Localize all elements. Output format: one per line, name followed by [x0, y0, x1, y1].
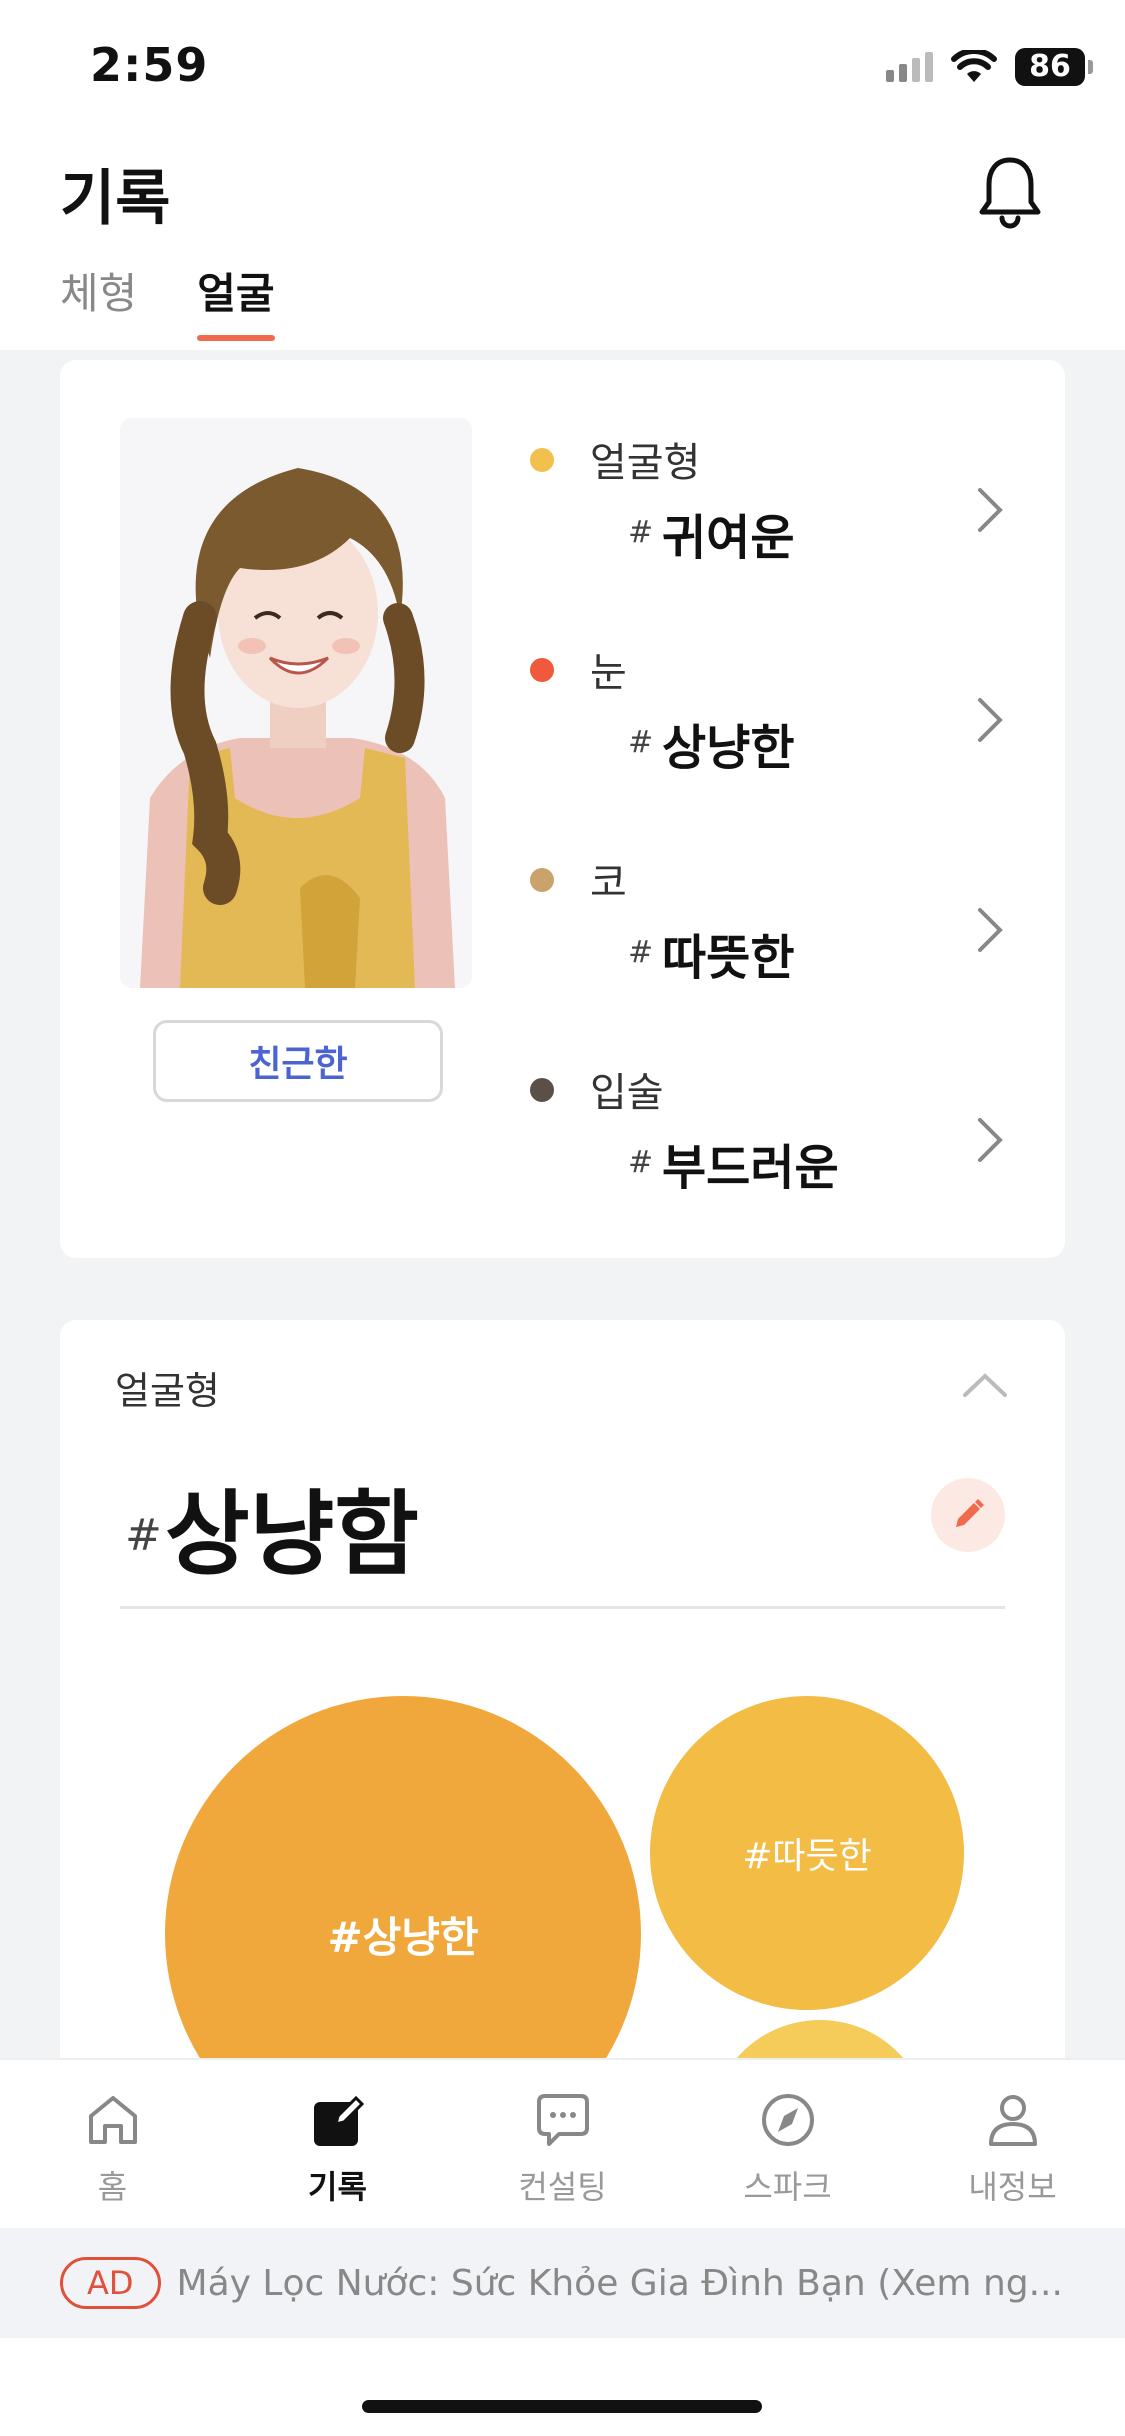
status-icons: 86 — [886, 48, 1093, 86]
hash-symbol: # — [628, 725, 654, 760]
nav-label: 스파크 — [743, 2168, 832, 2206]
lips-dot — [530, 1078, 554, 1102]
ad-banner[interactable]: AD Máy Lọc Nước: Sức Khỏe Gia Đình Bạn (… — [0, 2228, 1125, 2338]
notification-bell-icon[interactable] — [975, 152, 1045, 232]
chevron-right-icon — [978, 1118, 1003, 1162]
ad-badge: AD — [60, 2257, 161, 2309]
nav-spark[interactable]: 스파크 — [675, 2060, 900, 2228]
feature-value: 부드러운 — [662, 1140, 839, 1196]
chevron-right-icon — [978, 908, 1003, 952]
edit-button[interactable] — [931, 1478, 1005, 1552]
nav-label: 홈 — [97, 2168, 128, 2206]
feature-nose[interactable]: 코 # 따뜻한 — [530, 850, 1030, 1030]
eyes-dot — [530, 658, 554, 682]
page-title: 기록 — [60, 164, 171, 234]
feature-value: 상냥한 — [662, 720, 795, 776]
feature-lips[interactable]: 입술 # 부드러운 — [530, 1060, 1030, 1240]
feature-label: 눈 — [590, 650, 627, 696]
home-icon — [88, 2096, 137, 2144]
feature-face-shape[interactable]: 얼굴형 # 귀여운 — [530, 430, 1030, 610]
battery-indicator: 86 — [1015, 48, 1093, 86]
feature-label: 코 — [590, 860, 627, 906]
wifi-icon — [951, 50, 997, 82]
nav-home[interactable]: 홈 — [0, 2060, 225, 2228]
face-shape-dot — [530, 448, 554, 472]
chevron-right-icon — [978, 488, 1003, 532]
nose-dot — [530, 868, 554, 892]
chevron-up-icon[interactable] — [960, 1370, 1010, 1400]
nav-my-info[interactable]: 내정보 — [900, 2060, 1125, 2228]
hash-symbol: # — [628, 935, 654, 970]
feature-eyes[interactable]: 눈 # 상냥한 — [530, 640, 1030, 820]
chevron-right-icon — [978, 698, 1003, 742]
feature-label: 입술 — [590, 1070, 664, 1116]
nav-label: 컨설팅 — [518, 2168, 607, 2206]
ad-text: Máy Lọc Nước: Sức Khỏe Gia Đình Bạn (Xem… — [176, 2262, 1063, 2304]
section-title: 얼굴형 — [115, 1369, 220, 1413]
pencil-icon — [956, 1499, 984, 1527]
divider — [120, 1606, 1005, 1609]
tab-face[interactable]: 얼굴 — [197, 260, 275, 341]
hash-symbol: # — [628, 1145, 654, 1180]
face-illustration — [120, 418, 472, 988]
status-bar: 2:59 86 — [0, 0, 1125, 130]
chat-bubble-icon — [536, 2094, 589, 2146]
face-shape-value: 상냥함 — [165, 1481, 419, 1588]
tag-bubble-secondary: #따듯한 — [650, 1696, 964, 2010]
page-header: 기록 체형 얼굴 — [0, 130, 1125, 350]
bottom-navigation: 홈 기록 컨설팅 스파크 내정보 — [0, 2058, 1125, 2228]
hash-symbol: # — [125, 1510, 162, 1561]
feature-value: 귀여운 — [662, 510, 795, 566]
nav-label: 기록 — [308, 2168, 367, 2206]
nav-consulting[interactable]: 컨설팅 — [450, 2060, 675, 2228]
face-profile-card: 친근한 얼굴형 # 귀여운 눈 # 상냥한 코 # 따뜻한 입술 # 부드러운 — [60, 360, 1065, 1258]
home-bar-area — [0, 2338, 1125, 2436]
compass-icon — [761, 2094, 814, 2146]
tab-bar: 체형 얼굴 — [60, 260, 275, 341]
edit-note-icon — [313, 2095, 364, 2146]
tab-body-type[interactable]: 체형 — [60, 260, 137, 333]
person-icon — [988, 2095, 1037, 2146]
hash-symbol: # — [628, 515, 654, 550]
status-time: 2:59 — [90, 38, 209, 92]
cellular-signal-icon — [886, 52, 933, 82]
nav-record[interactable]: 기록 — [225, 2060, 450, 2228]
feature-label: 얼굴형 — [590, 440, 701, 486]
feature-value: 따뜻한 — [662, 930, 795, 986]
home-indicator[interactable] — [362, 2400, 762, 2413]
nav-label: 내정보 — [968, 2168, 1057, 2206]
face-type-button[interactable]: 친근한 — [153, 1020, 443, 1102]
